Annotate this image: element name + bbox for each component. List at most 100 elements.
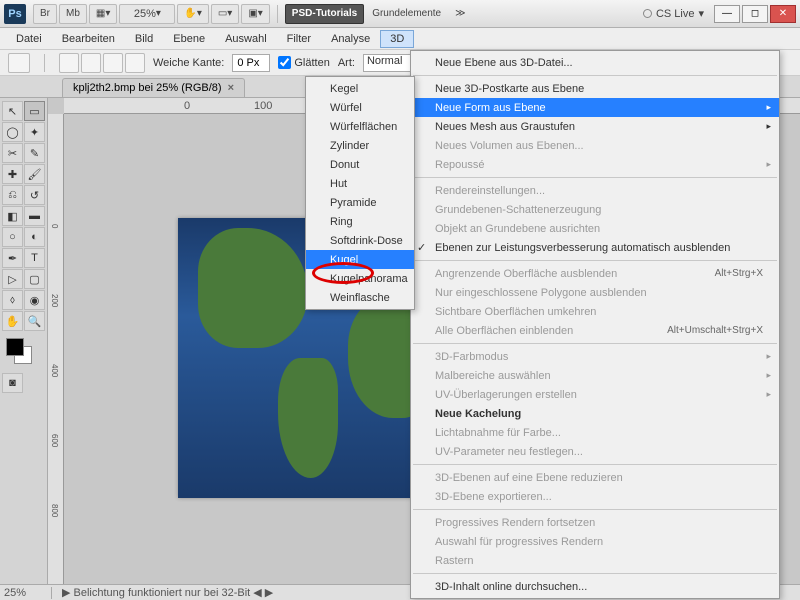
stamp-tool[interactable]: ⎌	[2, 185, 23, 205]
heal-tool[interactable]: ✚	[2, 164, 23, 184]
menu-item: 3D-Ebenen auf eine Ebene reduzieren	[411, 468, 779, 487]
workspace-more[interactable]: ≫	[449, 4, 471, 24]
submenu-item[interactable]: Kegel	[306, 79, 414, 98]
foreground-color[interactable]	[6, 338, 24, 356]
close-tab-icon[interactable]: ×	[228, 82, 234, 94]
zoom-select[interactable]: 25% ▾	[119, 4, 175, 24]
brush-tool[interactable]: 🖌	[24, 164, 45, 184]
menu-datei[interactable]: Datei	[6, 30, 52, 48]
history-brush-tool[interactable]: ↺	[24, 185, 45, 205]
menu-item: Lichtabnahme für Farbe...	[411, 423, 779, 442]
menu-ebene[interactable]: Ebene	[163, 30, 215, 48]
status-zoom[interactable]: 25%	[4, 587, 52, 599]
type-tool[interactable]: T	[24, 248, 45, 268]
tool-preset-icon[interactable]	[8, 53, 30, 73]
workspace-grundelemente[interactable]: Grundelemente	[366, 4, 447, 24]
menu-3d[interactable]: 3D	[380, 30, 414, 48]
menu-item: Repoussé▸	[411, 155, 779, 174]
zoom-tool[interactable]: 🔍	[24, 311, 45, 331]
cs-live-icon	[643, 9, 652, 18]
menubar: Datei Bearbeiten Bild Ebene Auswahl Filt…	[0, 28, 800, 50]
eyedropper-tool[interactable]: ✎	[24, 143, 45, 163]
menu-3d-dropdown: Neue Ebene aus 3D-Datei... Neue 3D-Postka…	[410, 50, 780, 599]
menu-item: Rastern	[411, 551, 779, 570]
submenu-item[interactable]: Hut	[306, 174, 414, 193]
menu-item: 3D-Ebene exportieren...	[411, 487, 779, 506]
dodge-tool[interactable]: ◐	[24, 227, 45, 247]
submenu-item[interactable]: Kugel	[306, 250, 414, 269]
move-tool[interactable]: ↖	[2, 101, 23, 121]
ruler-vertical: 0 200 400 600 800	[48, 114, 64, 584]
antialias-checkbox[interactable]: Glätten	[278, 56, 329, 69]
menu-item: Nur eingeschlossene Polygone ausblenden	[411, 283, 779, 302]
view-extras-button[interactable]: ▦▾	[89, 4, 117, 24]
submenu-item[interactable]: Softdrink-Dose	[306, 231, 414, 250]
menu-item: Sichtbare Oberflächen umkehren	[411, 302, 779, 321]
sel-add-icon[interactable]	[81, 53, 101, 73]
bridge-button[interactable]: Br	[33, 4, 57, 24]
document-title: kplj2th2.bmp bei 25% (RGB/8)	[73, 82, 222, 94]
menu-item[interactable]: Neue Ebene aus 3D-Datei...	[411, 53, 779, 72]
menu-item: Neues Volumen aus Ebenen...	[411, 136, 779, 155]
menu-item[interactable]: Neue 3D-Postkarte aus Ebene	[411, 79, 779, 98]
path-select-tool[interactable]: ▷	[2, 269, 23, 289]
menu-bearbeiten[interactable]: Bearbeiten	[52, 30, 125, 48]
close-button[interactable]: ✕	[770, 5, 796, 23]
shape-tool[interactable]: ▢	[24, 269, 45, 289]
feather-input[interactable]	[232, 54, 270, 72]
blur-tool[interactable]: ○	[2, 227, 23, 247]
submenu-item[interactable]: Pyramide	[306, 193, 414, 212]
pen-tool[interactable]: ✒	[2, 248, 23, 268]
gradient-tool[interactable]: ▬	[24, 206, 45, 226]
marquee-tool[interactable]: ▭	[24, 101, 45, 121]
wand-tool[interactable]: ✦	[24, 122, 45, 142]
tool-palette: ↖▭ ◯✦ ✂✎ ✚🖌 ⎌↺ ◧▬ ○◐ ✒T ▷▢ ⬨◉ ✋🔍 ◙	[0, 98, 48, 584]
quickmask-tool[interactable]: ◙	[2, 373, 23, 393]
feather-label: Weiche Kante:	[153, 57, 224, 69]
minimize-button[interactable]: —	[714, 5, 740, 23]
menu-item: Objekt an Grundebene ausrichten	[411, 219, 779, 238]
menu-item: Malbereiche auswählen▸	[411, 366, 779, 385]
menu-item: UV-Überlagerungen erstellen▸	[411, 385, 779, 404]
submenu-item[interactable]: Weinflasche	[306, 288, 414, 307]
workspace-psd-tutorials[interactable]: PSD-Tutorials	[285, 4, 364, 24]
menu-item[interactable]: Ebenen zur Leistungsverbesserung automat…	[411, 238, 779, 257]
3d-camera-tool[interactable]: ◉	[24, 290, 45, 310]
menu-analyse[interactable]: Analyse	[321, 30, 380, 48]
menu-filter[interactable]: Filter	[277, 30, 321, 48]
submenu-item[interactable]: Donut	[306, 155, 414, 174]
menu-item[interactable]: 3D-Inhalt online durchsuchen...	[411, 577, 779, 596]
menu-bild[interactable]: Bild	[125, 30, 163, 48]
color-swatches[interactable]	[2, 338, 45, 368]
screenmode-button[interactable]: ▣▾	[241, 4, 269, 24]
menu-item[interactable]: Neue Form aus Ebene▸	[411, 98, 779, 117]
menu-item[interactable]: Neue Kachelung	[411, 404, 779, 423]
hand-tool[interactable]: ✋	[2, 311, 23, 331]
menu-item: 3D-Farbmodus▸	[411, 347, 779, 366]
submenu-item[interactable]: Zylinder	[306, 136, 414, 155]
hand-tool-button[interactable]: ✋▾	[177, 4, 208, 24]
submenu-item[interactable]: Würfelflächen	[306, 117, 414, 136]
titlebar: Ps Br Mb ▦▾ 25% ▾ ✋▾ ▭▾ ▣▾ PSD-Tutorials…	[0, 0, 800, 28]
menu-item: Auswahl für progressives Rendern	[411, 532, 779, 551]
cs-live[interactable]: CS Live ▾	[643, 7, 704, 20]
submenu-item[interactable]: Würfel	[306, 98, 414, 117]
miniBridge-button[interactable]: Mb	[59, 4, 87, 24]
menu-item[interactable]: Neues Mesh aus Graustufen▸	[411, 117, 779, 136]
submenu-item[interactable]: Kugelpanorama	[306, 269, 414, 288]
app-logo: Ps	[4, 4, 26, 24]
3d-tool[interactable]: ⬨	[2, 290, 23, 310]
menu-item: Grundebenen-Schattenerzeugung	[411, 200, 779, 219]
sel-sub-icon[interactable]	[103, 53, 123, 73]
sel-new-icon[interactable]	[59, 53, 79, 73]
menu-item: Alle Oberflächen einblendenAlt+Umschalt+…	[411, 321, 779, 340]
arrange-button[interactable]: ▭▾	[211, 4, 239, 24]
submenu-item[interactable]: Ring	[306, 212, 414, 231]
eraser-tool[interactable]: ◧	[2, 206, 23, 226]
lasso-tool[interactable]: ◯	[2, 122, 23, 142]
document-tab[interactable]: kplj2th2.bmp bei 25% (RGB/8) ×	[62, 78, 245, 97]
sel-int-icon[interactable]	[125, 53, 145, 73]
crop-tool[interactable]: ✂	[2, 143, 23, 163]
menu-auswahl[interactable]: Auswahl	[215, 30, 277, 48]
maximize-button[interactable]: ◻	[742, 5, 768, 23]
